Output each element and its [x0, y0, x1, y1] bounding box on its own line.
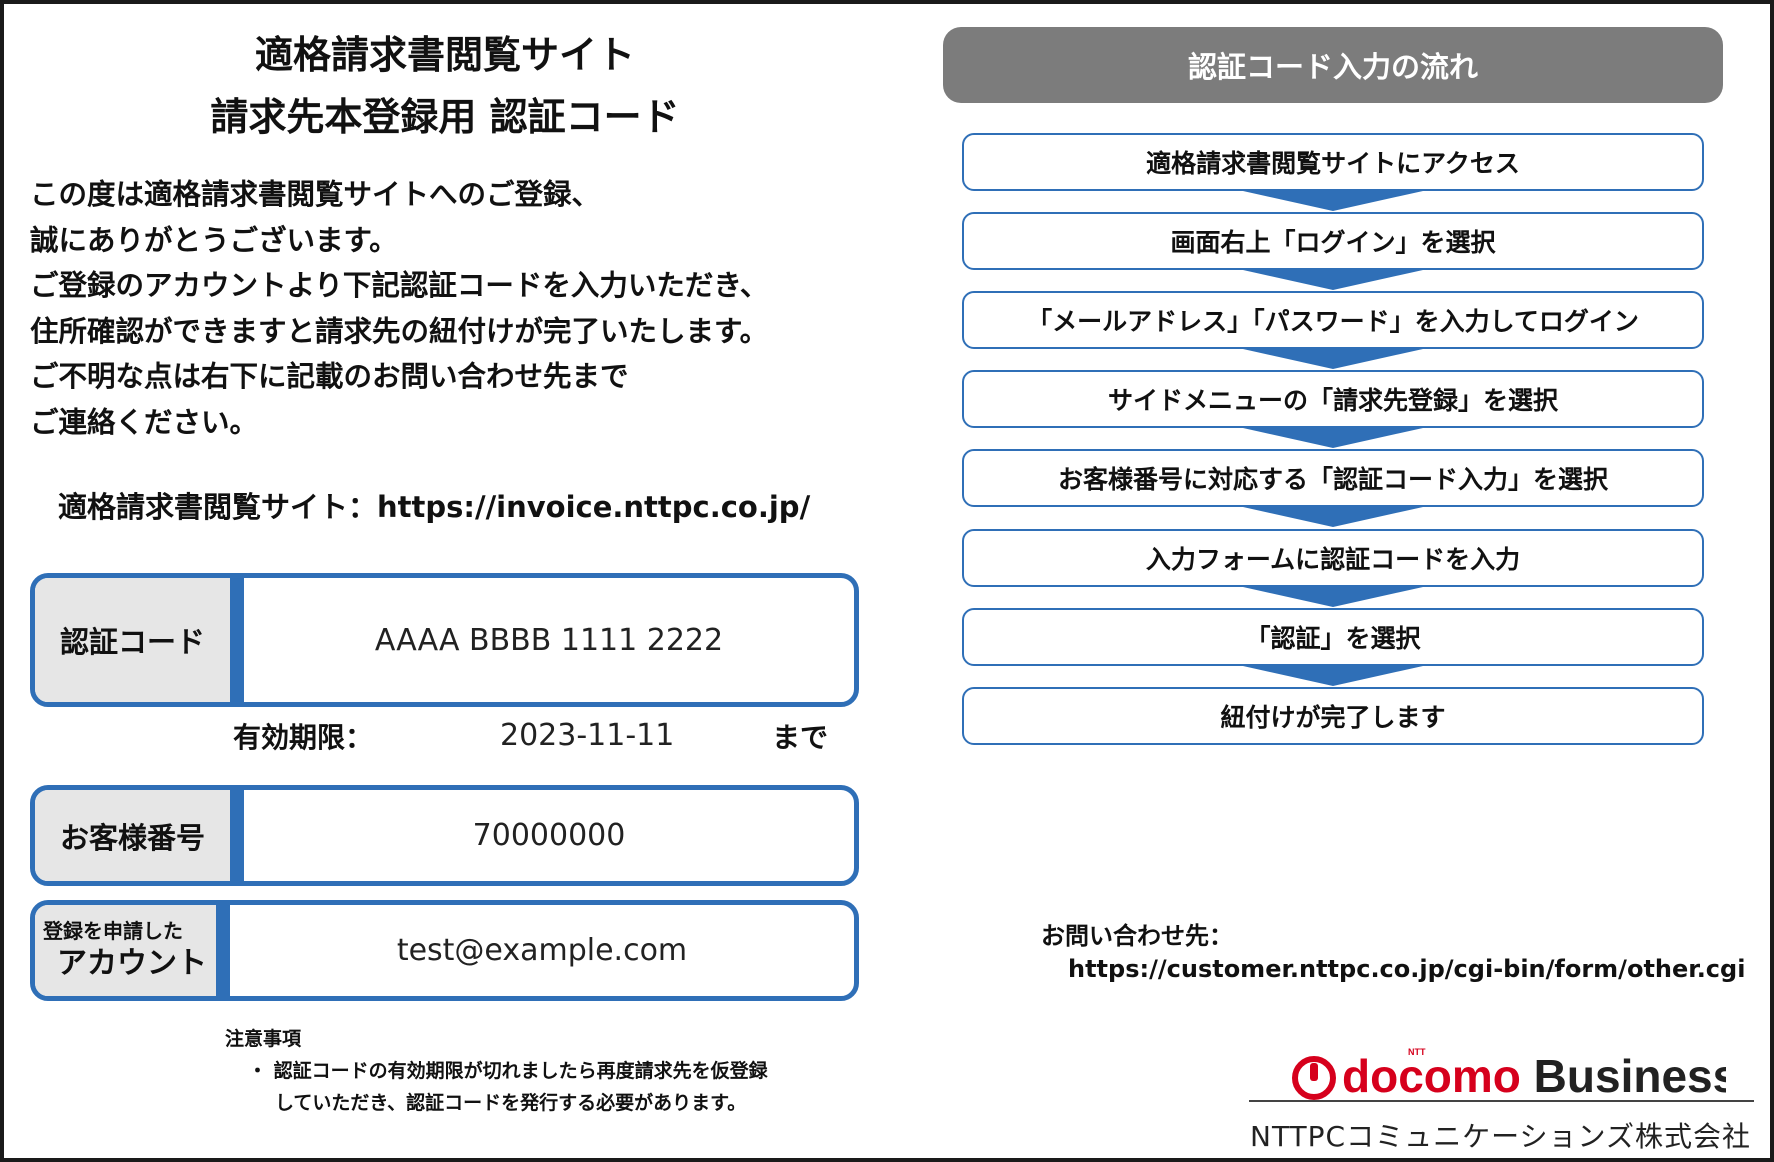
- company-name: NTTPCコミュニケーションズ株式会社: [1250, 1120, 1751, 1153]
- flow-step-7: 「認証」を選択: [962, 608, 1704, 666]
- customer-number-label: お客様番号: [35, 790, 244, 881]
- document-title-line1: 適格請求書閲覧サイト: [254, 33, 635, 77]
- flow-step-1: 適格請求書閲覧サイトにアクセス: [962, 133, 1704, 191]
- docomo-circle-logo-icon: [1292, 1056, 1336, 1100]
- auth-code-box: 認証コード AAAA BBBB 1111 2222: [30, 573, 859, 707]
- flow-arrow-icon: [1243, 270, 1423, 290]
- flow-step-8: 紐付けが完了します: [962, 687, 1704, 745]
- expiry-date: 2023-11-11: [500, 718, 675, 753]
- customer-number-value: 70000000: [472, 818, 626, 853]
- auth-code-label: 認証コード: [35, 578, 244, 702]
- intro-line: この度は適格請求書閲覧サイトへのご登録、: [30, 178, 601, 211]
- notes-line: ・ 認証コードの有効期限が切れましたら再度請求先を仮登録: [248, 1060, 768, 1082]
- logo-divider: [1249, 1100, 1754, 1102]
- intro-line: 誠にありがとうございます。: [30, 223, 398, 257]
- flow-arrow-icon: [1243, 666, 1423, 686]
- notes-line: していただき、認証コードを発行する必要があります。: [275, 1092, 747, 1114]
- expiry-suffix: まで: [772, 721, 829, 754]
- flow-arrow-icon: [1243, 587, 1423, 607]
- intro-line: ご登録のアカウントより下記認証コードを入力いただき、: [30, 269, 769, 302]
- account-label-line2: アカウント: [57, 945, 207, 981]
- account-box: 登録を申請した アカウント test@example.com: [30, 900, 859, 1001]
- contact-url: https://customer.nttpc.co.jp/cgi-bin/for…: [1068, 955, 1746, 983]
- auth-code-value: AAAA BBBB 1111 2222: [374, 622, 724, 658]
- customer-number-box: お客様番号 70000000: [30, 785, 859, 886]
- account-label-line1: 登録を申請した: [43, 918, 183, 943]
- intro-line: ご不明な点は右下に記載のお問い合わせ先まで: [30, 360, 629, 393]
- intro-text: この度は適格請求書閲覧サイトへのご登録、 誠にありがとうございます。 ご登録のア…: [30, 172, 880, 445]
- flow-arrow-icon: [1243, 428, 1423, 448]
- account-label: 登録を申請した アカウント: [35, 905, 230, 996]
- intro-line: 住所確認ができますと請求先の紐付けが完了いたします。: [30, 314, 769, 348]
- svg-text:docomo Business: docomo Business: [1342, 1050, 1726, 1102]
- contact-label: お問い合わせ先：: [1041, 922, 1233, 950]
- flow-arrow-icon: [1243, 349, 1423, 369]
- flow-step-6: 入力フォームに認証コードを入力: [962, 529, 1704, 587]
- flow-header: 認証コード入力の流れ: [943, 27, 1723, 103]
- flow-arrow-icon: [1243, 191, 1423, 211]
- flow-step-5: お客様番号に対応する「認証コード入力」を選択: [962, 449, 1704, 507]
- document-title-line2: 請求先本登録用 認証コード: [210, 95, 680, 139]
- flow-step-4: サイドメニューの「請求先登録」を選択: [962, 370, 1704, 428]
- intro-line: ご連絡ください。: [30, 405, 259, 439]
- expiry-label: 有効期限：: [233, 721, 374, 754]
- flow-step-2: 画面右上「ログイン」を選択: [962, 212, 1704, 270]
- flow-step-3: 「メールアドレス」「パスワード」を入力してログイン: [962, 291, 1704, 349]
- flow-arrow-icon: [1243, 507, 1423, 527]
- notes-title: 注意事項: [225, 1028, 302, 1050]
- site-url-line: 適格請求書閲覧サイト：https://invoice.nttpc.co.jp/: [58, 490, 811, 524]
- account-email-value: test@example.com: [396, 933, 688, 968]
